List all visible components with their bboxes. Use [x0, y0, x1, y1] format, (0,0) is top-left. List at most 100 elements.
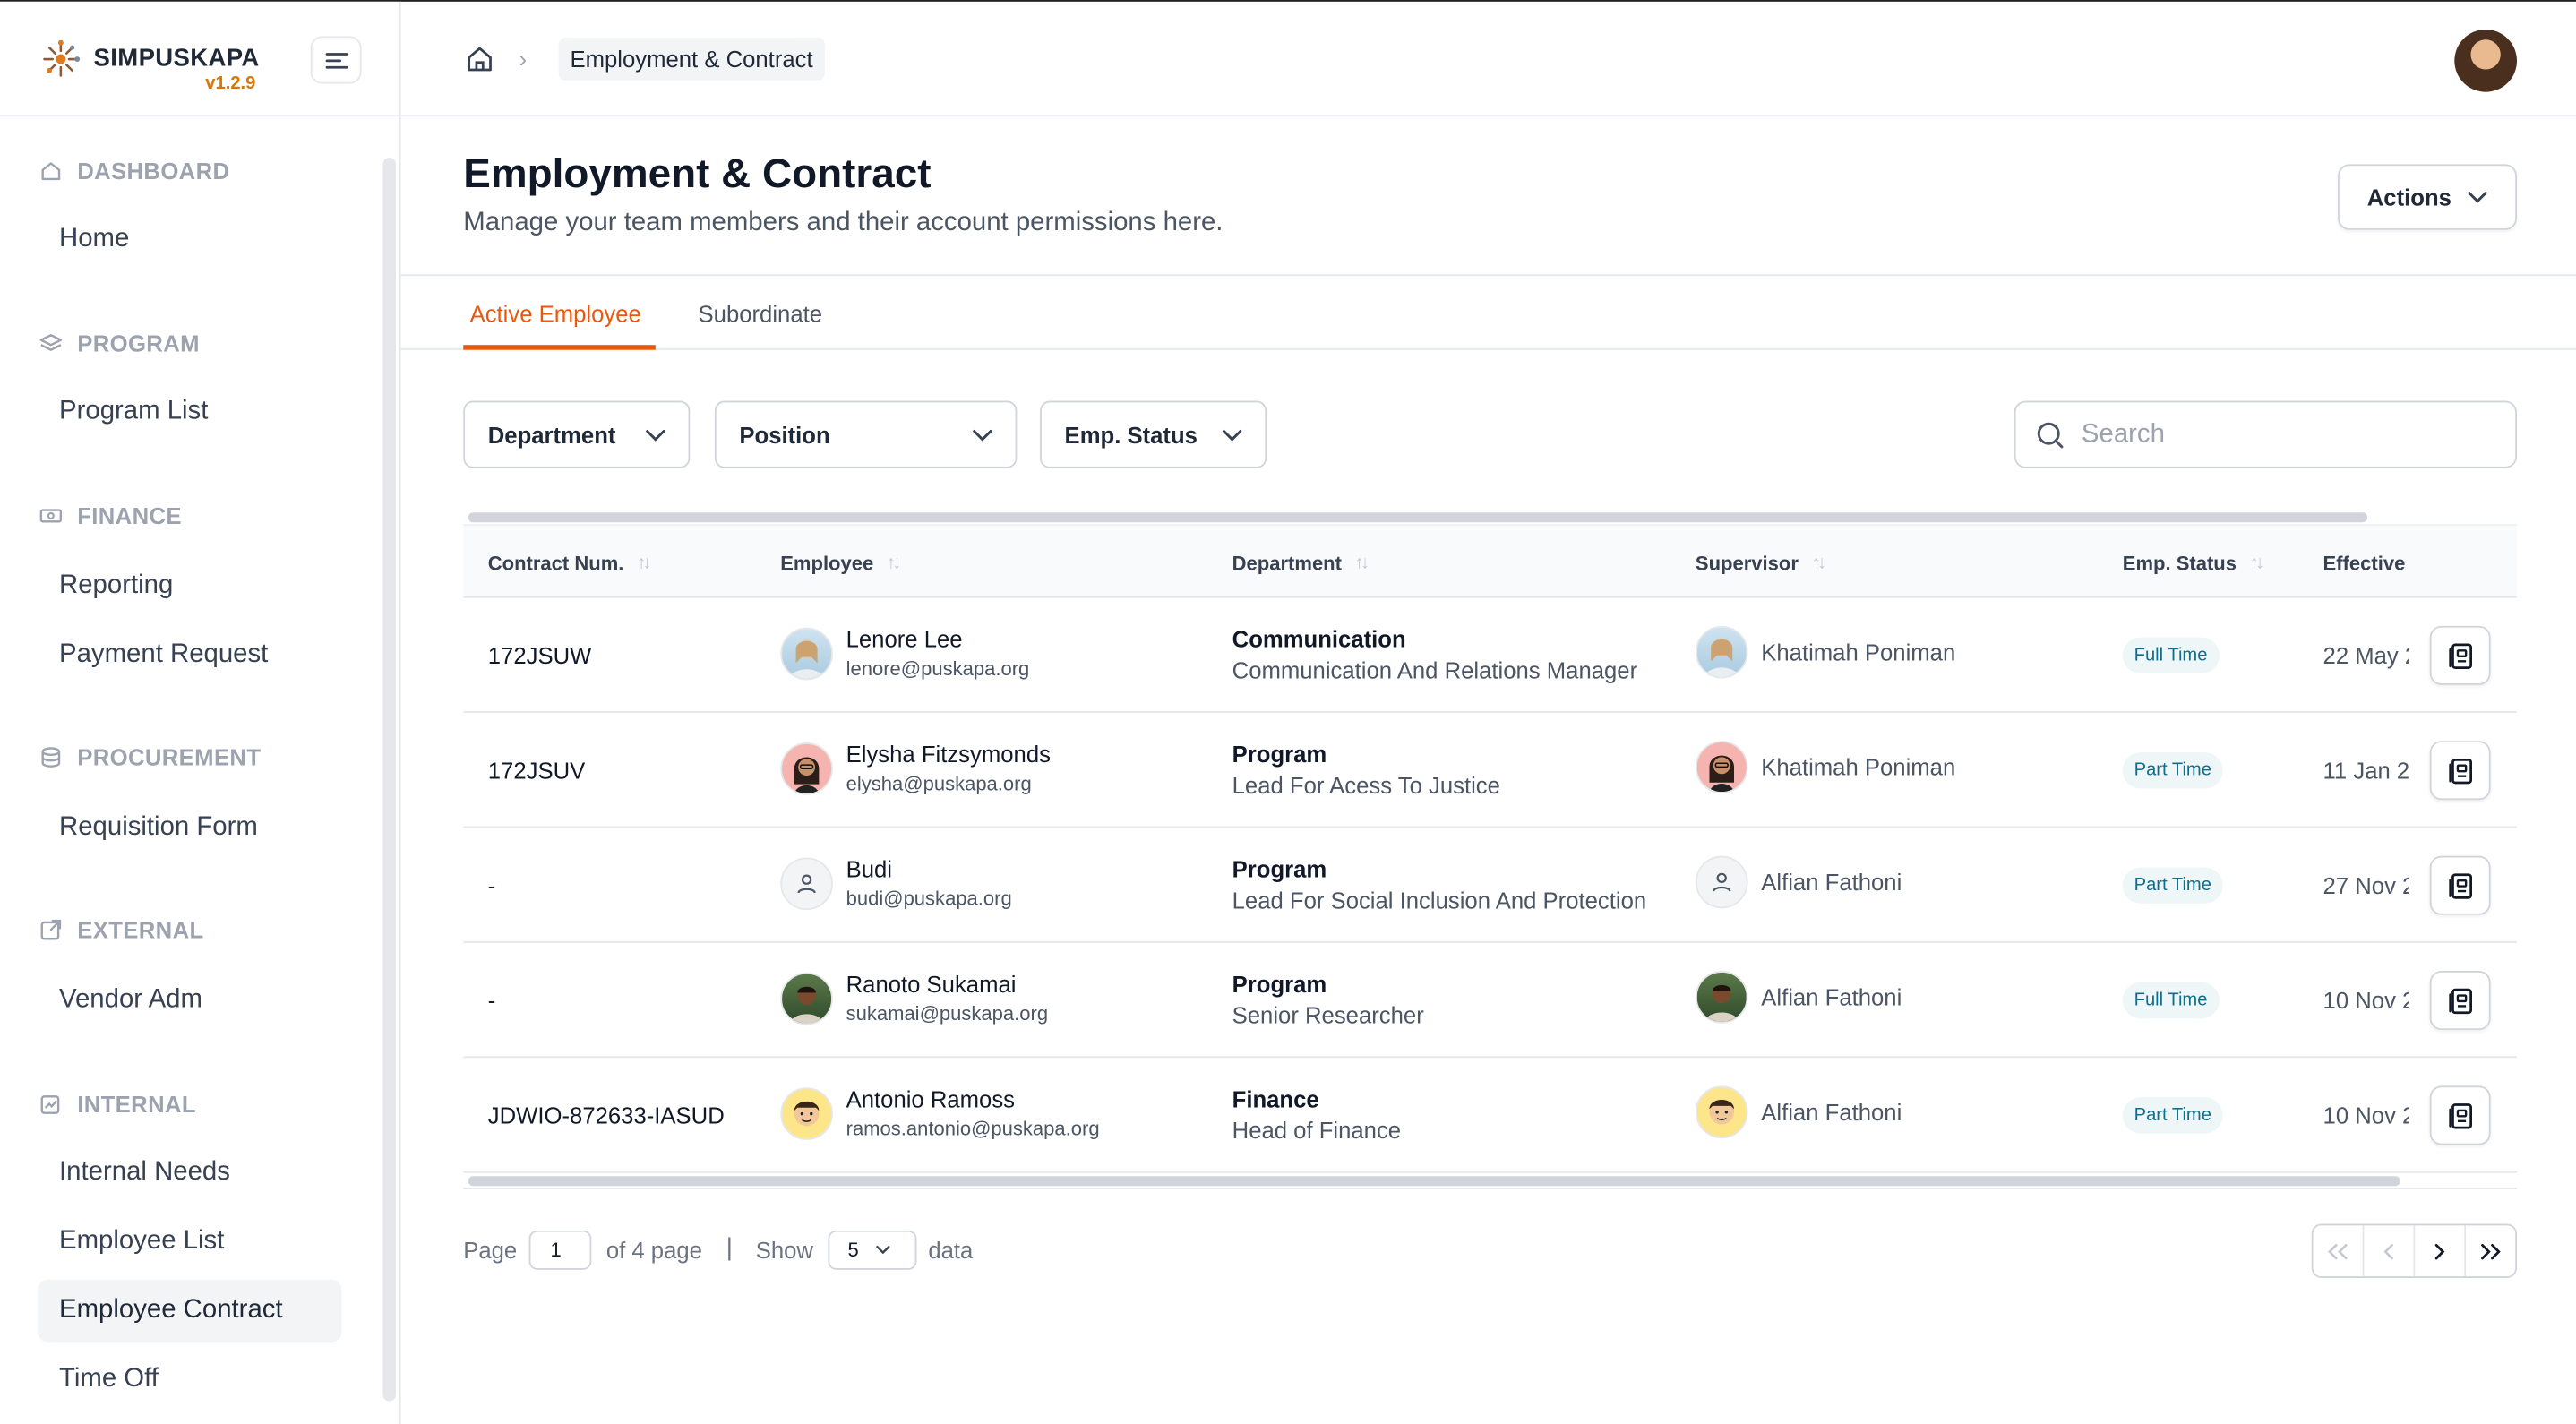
page-number-input[interactable]: 1 — [528, 1230, 592, 1270]
column-label: Contract Num. — [487, 552, 624, 575]
page-size-value: 5 — [847, 1238, 859, 1262]
contract-document-button[interactable] — [2429, 741, 2491, 801]
emp-status-filter[interactable]: Emp. Status — [1040, 400, 1267, 468]
tab-subordinate[interactable]: Subordinate — [699, 301, 823, 327]
sidebar-item-employee-contract[interactable]: Employee Contract — [38, 1279, 342, 1343]
sidebar-scrollbar[interactable] — [382, 158, 397, 1402]
effective-date: 10 Nov 2 — [2323, 1102, 2409, 1129]
page-total: of 4 page — [605, 1237, 702, 1264]
section-label: DASHBOARD — [77, 158, 230, 184]
sidebar-item-program-list[interactable]: Program List — [38, 382, 341, 444]
search-box[interactable] — [2014, 400, 2517, 468]
sort-icon[interactable]: ↑↓ — [2250, 553, 2265, 573]
table-row[interactable]: 172JSUV Elysha Fitzsymonds elysha@puskap… — [463, 713, 2517, 828]
sort-icon[interactable]: ↑↓ — [1812, 553, 1827, 573]
sidebar-item-payment-request[interactable]: Payment Request — [38, 624, 341, 687]
sidebar-item-internal-needs[interactable]: Internal Needs — [38, 1142, 341, 1205]
column-label: Supervisor — [1695, 552, 1799, 575]
table-row[interactable]: 172JSUW Lenore Lee lenore@puskapa.org Co… — [463, 598, 2517, 714]
position-name: Senior Researcher — [1232, 1001, 1424, 1029]
section-internal: INTERNAL — [39, 1091, 196, 1117]
money-icon — [39, 509, 63, 523]
employee-name: Lenore Lee — [846, 625, 963, 653]
avatar — [1695, 741, 1748, 793]
status-badge: Full Time — [2122, 982, 2220, 1019]
section-finance: FINANCE — [39, 502, 182, 529]
sidebar-item-time-off[interactable]: Time Off — [38, 1349, 341, 1411]
table-row[interactable]: - Budi budi@puskapa.org Program Lead For… — [463, 828, 2517, 943]
divider — [400, 274, 2576, 277]
section-label: FINANCE — [77, 502, 182, 529]
status-badge: Part Time — [2122, 752, 2223, 789]
contract-document-button[interactable] — [2429, 1085, 2491, 1145]
tab-active-employee[interactable]: Active Employee — [470, 301, 641, 327]
chevron-down-icon — [2468, 192, 2487, 203]
employee-name: Ranoto Sukamai — [846, 971, 1017, 998]
department-name: Program — [1232, 855, 1327, 882]
last-page-button[interactable] — [2466, 1225, 2515, 1276]
menu-toggle-button[interactable] — [310, 36, 362, 84]
employee-email: lenore@puskapa.org — [846, 656, 1030, 681]
avatar — [780, 742, 833, 795]
section-label: INTERNAL — [77, 1090, 196, 1118]
table-scrollbar[interactable] — [468, 1176, 2400, 1187]
divider — [400, 347, 2576, 350]
first-page-button[interactable] — [2314, 1225, 2365, 1277]
contract-document-button[interactable] — [2429, 855, 2491, 915]
column-header-department[interactable]: Department ↑↓ — [1232, 552, 1370, 575]
sort-icon[interactable]: ↑↓ — [887, 553, 902, 573]
contract-number: - — [487, 987, 496, 1014]
column-label: Department — [1232, 552, 1342, 575]
data-label: data — [928, 1237, 974, 1264]
next-page-button[interactable] — [2415, 1225, 2467, 1277]
separator: | — [726, 1233, 733, 1262]
sort-icon[interactable]: ↑↓ — [1355, 553, 1370, 573]
sidebar-item-home[interactable]: Home — [38, 209, 341, 271]
supervisor-name: Alfian Fathoni — [1761, 869, 1902, 896]
sidebar-item-vendor-adm[interactable]: Vendor Adm — [38, 969, 341, 1032]
column-header-effective[interactable]: Effective — [2323, 552, 2406, 575]
contract-document-button[interactable] — [2429, 625, 2491, 685]
table-scrollbar[interactable] — [468, 512, 2368, 523]
sidebar-item-requisition-form[interactable]: Requisition Form — [38, 797, 341, 860]
brand: SIMPUSKAPA v1.2.9 — [0, 2, 399, 117]
avatar — [780, 627, 833, 681]
sidebar-item-reporting[interactable]: Reporting — [38, 555, 341, 618]
table-row[interactable]: - Ranoto Sukamai sukamai@puskapa.org Pro… — [463, 943, 2517, 1059]
actions-button[interactable]: Actions — [2338, 164, 2517, 230]
table-row[interactable]: JDWIO-872633-IASUD Antonio Ramoss ramos.… — [463, 1058, 2517, 1173]
page-size-select[interactable]: 5 — [828, 1230, 917, 1270]
chevron-right-icon — [2434, 1243, 2445, 1259]
document-icon — [2448, 872, 2472, 898]
search-input[interactable] — [2081, 419, 2477, 450]
user-avatar[interactable] — [2454, 30, 2517, 92]
column-header-emp-status[interactable]: Emp. Status ↑↓ — [2123, 552, 2265, 575]
department-name: Finance — [1232, 1085, 1319, 1112]
sidebar-item-employee-list[interactable]: Employee List — [38, 1211, 341, 1274]
section-external: EXTERNAL — [39, 916, 204, 943]
prev-page-button[interactable] — [2364, 1225, 2416, 1277]
avatar — [780, 857, 833, 911]
sort-icon[interactable]: ↑↓ — [637, 553, 652, 573]
position-filter[interactable]: Position — [714, 400, 1018, 468]
column-header-supervisor[interactable]: Supervisor ↑↓ — [1695, 552, 1827, 575]
column-header-employee[interactable]: Employee ↑↓ — [780, 552, 902, 575]
effective-date: 10 Nov 2 — [2323, 987, 2409, 1014]
chevron-down-icon — [973, 429, 992, 441]
table-header: Contract Num. ↑↓ Employee ↑↓ Department ↑↓ … — [463, 524, 2517, 598]
database-icon — [41, 747, 61, 768]
column-label: Employee — [780, 552, 874, 575]
department-name: Communication — [1232, 625, 1406, 653]
chevrons-left-icon — [2328, 1243, 2348, 1259]
contract-document-button[interactable] — [2429, 971, 2491, 1031]
home-icon[interactable] — [465, 45, 494, 74]
supervisor-name: Alfian Fathoni — [1761, 983, 1902, 1011]
document-icon — [2448, 642, 2472, 669]
sidebar: SIMPUSKAPA v1.2.9 DASHBOARD Home PROGRAM… — [0, 1, 401, 1424]
document-icon — [2448, 987, 2472, 1014]
column-header-contract[interactable]: Contract Num. ↑↓ — [487, 552, 652, 575]
chevron-down-icon — [875, 1245, 889, 1255]
department-filter[interactable]: Department — [463, 400, 691, 468]
contract-number: 172JSUW — [487, 642, 592, 669]
topbar: › Employment & Contract — [400, 2, 2576, 117]
